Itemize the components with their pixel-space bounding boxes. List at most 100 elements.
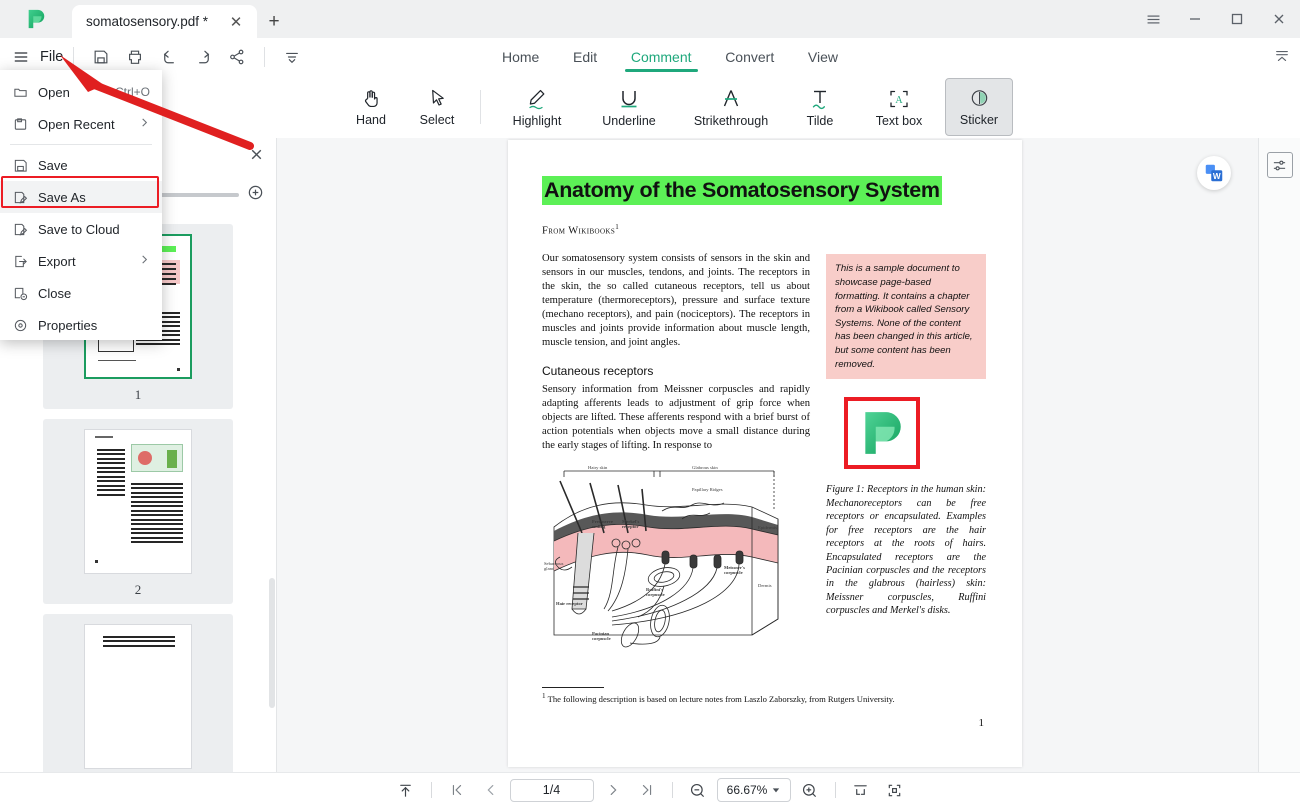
hamburger-icon[interactable] [8,49,34,65]
tab-view[interactable]: View [806,47,840,72]
zoom-level-select[interactable]: 66.67% [716,778,791,802]
document-tab[interactable]: somatosensory.pdf * ✕ [72,5,257,38]
recent-file-icon [12,117,29,132]
note-box: This is a sample document to showcase pa… [826,254,986,380]
menu-item-open-recent[interactable]: Open Recent [0,108,162,140]
save-disk-icon [12,158,29,173]
divider [264,47,266,67]
thumbnail-page-2[interactable]: 2 [43,419,233,604]
strikethrough-icon [723,89,739,106]
chevron-down-icon [773,788,780,793]
print-icon[interactable] [118,42,152,72]
menu-item-label: Close [38,285,72,301]
tool-label: Hand [356,113,386,127]
close-icon[interactable] [1258,0,1300,38]
save-icon[interactable] [84,42,118,72]
close-document-icon [12,286,29,301]
thumbnail-scrollbar[interactable] [269,578,275,708]
menu-item-label: Save to Cloud [38,221,120,237]
redo-icon[interactable] [186,42,220,72]
menu-item-shortcut: Ctrl+O [114,85,150,99]
svg-text:gland: gland [544,566,555,571]
divider [430,782,432,798]
tool-text-box[interactable]: A Text box [853,78,945,136]
workspace: 1 2 Anatomy of the Somatosensory System … [0,138,1300,772]
scroll-to-top-icon[interactable] [391,777,421,803]
maximize-icon[interactable] [1216,0,1258,38]
menu-item-open[interactable]: Open Ctrl+O [0,76,162,108]
document-page-number: 1 [978,717,985,729]
tilde-icon [812,90,826,109]
document-viewer[interactable]: Anatomy of the Somatosensory System From… [277,138,1300,772]
file-menu-dropdown[interactable]: Open Ctrl+O Open Recent Save Save As Sav… [0,70,162,340]
menu-item-export[interactable]: Export [0,245,162,277]
zoom-in-icon[interactable] [795,777,825,803]
tool-select[interactable]: Select [404,78,470,136]
tab-comment[interactable]: Comment [624,47,698,72]
more-tools-icon[interactable] [275,42,309,72]
wps-pdf-to-word-icon[interactable]: W [1197,156,1231,190]
thumbnail-page-3[interactable]: 3 [43,614,233,772]
document-columns: Our somatosensory system consists of sen… [542,252,988,669]
ribbon-tabs: Home Edit Comment Convert View [500,44,840,74]
save-as-icon [12,190,29,205]
tool-label: Underline [602,113,656,128]
tool-label: Highlight [512,113,562,128]
minimize-icon[interactable] [1174,0,1216,38]
panel-settings-icon[interactable] [1266,152,1293,178]
hand-icon [364,90,378,108]
zoom-out-icon[interactable] [683,777,713,803]
tool-label: Text box [875,113,923,128]
tool-label: Select [419,113,455,127]
previous-page-icon[interactable] [476,777,506,803]
underline-icon [621,90,637,107]
tab-edit[interactable]: Edit [571,47,599,72]
figure-logo-image [844,397,920,470]
last-page-icon[interactable] [632,777,662,803]
zoom-value: 66.67% [726,783,768,797]
tab-home[interactable]: Home [500,47,541,72]
share-icon[interactable] [220,42,254,72]
page-number-input[interactable]: 1/4 [509,778,594,802]
tool-tilde[interactable]: Tilde [787,78,853,136]
zoom-in-icon[interactable] [247,184,264,206]
svg-text:W: W [1213,172,1221,181]
tool-highlight[interactable]: Highlight [491,78,583,136]
fit-width-icon[interactable] [846,777,876,803]
menu-item-save-to-cloud[interactable]: Save to Cloud [0,213,162,245]
menu-item-close[interactable]: Close [0,277,162,309]
close-icon[interactable]: ✕ [225,11,247,33]
tool-hand[interactable]: Hand [338,78,404,136]
save-cloud-icon [12,222,29,237]
skin-anatomy-figure: Hairy skin Glabrous skin Papillary Ridge… [544,465,779,648]
tool-label: Sticker [959,113,999,127]
tool-underline[interactable]: Underline [583,78,675,136]
thumbnail-image [84,429,192,574]
undo-icon[interactable] [152,42,186,72]
first-page-icon[interactable] [442,777,472,803]
label-hairy-skin: Hairy skin [588,465,608,470]
document-left-column: Our somatosensory system consists of sen… [542,252,810,669]
menu-item-save-as[interactable]: Save As [0,181,162,213]
menu-item-label: Save [38,157,68,173]
tool-strikethrough[interactable]: Strikethrough [675,78,787,136]
plus-icon[interactable]: + [257,5,291,38]
next-page-icon[interactable] [598,777,628,803]
menu-item-properties[interactable]: Properties [0,309,162,341]
label-epidermis: Epidermis [758,525,777,530]
tab-convert[interactable]: Convert [723,47,776,72]
menu-item-label: Properties [38,317,98,333]
right-rail: W [1197,138,1300,772]
menu-item-label: Export [38,253,76,269]
collapse-ribbon-icon[interactable] [1274,48,1290,69]
file-menu-button[interactable]: File [40,49,63,65]
tool-sticker[interactable]: Sticker [945,78,1013,136]
menu-item-save[interactable]: Save [0,149,162,181]
hamburger-menu-icon[interactable] [1132,0,1174,38]
svg-text:receptor: receptor [622,524,639,529]
svg-text:corpuscle: corpuscle [724,570,743,575]
fullscreen-icon[interactable] [880,777,910,803]
close-icon[interactable] [249,147,264,167]
label-hair-receptor: Hair receptor [556,601,583,606]
properties-icon [12,318,29,333]
